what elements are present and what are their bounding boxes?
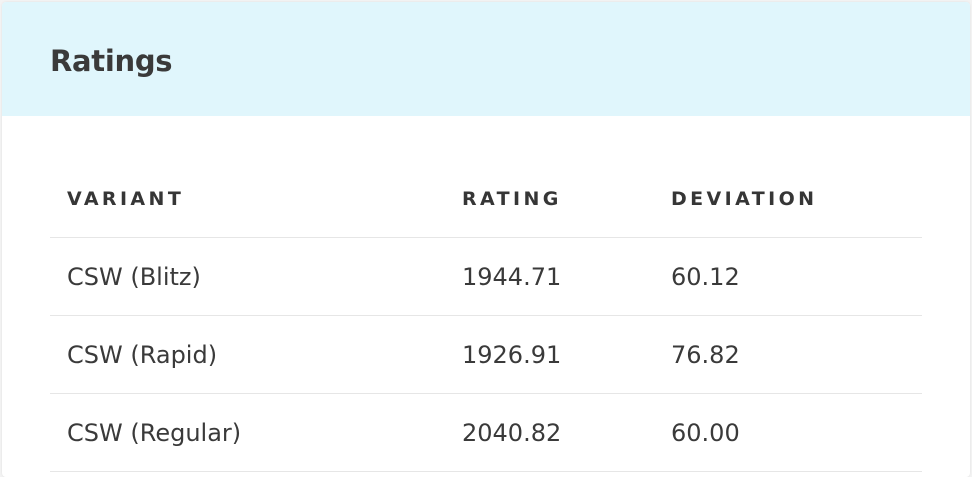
rating-cell: 2040.82: [462, 393, 671, 472]
rating-cell: 1944.71: [462, 237, 671, 316]
column-header-rating: RATING: [462, 160, 671, 238]
table-header-row: VARIANT RATING DEVIATION: [50, 160, 922, 238]
table-row: CSW (Rapid) 1926.91 76.82: [50, 315, 922, 394]
deviation-cell: 60.00: [671, 393, 922, 472]
ratings-table: VARIANT RATING DEVIATION CSW (Blitz) 194…: [50, 160, 922, 472]
rating-cell: 1926.91: [462, 315, 671, 394]
variant-cell: CSW (Rapid): [50, 315, 462, 394]
variant-cell: CSW (Regular): [50, 393, 462, 472]
table-body: CSW (Blitz) 1944.71 60.12 CSW (Rapid) 19…: [50, 237, 922, 472]
card-header: Ratings: [2, 2, 970, 116]
table-row: CSW (Blitz) 1944.71 60.12: [50, 237, 922, 316]
ratings-card: Ratings VARIANT RATING DEVIATION CSW (Bl…: [2, 2, 970, 477]
deviation-cell: 60.12: [671, 237, 922, 316]
card-title: Ratings: [50, 44, 173, 78]
table-row: CSW (Regular) 2040.82 60.00: [50, 393, 922, 472]
table-head: VARIANT RATING DEVIATION: [50, 160, 922, 238]
variant-cell: CSW (Blitz): [50, 237, 462, 316]
column-header-variant: VARIANT: [50, 160, 462, 238]
column-header-deviation: DEVIATION: [671, 160, 922, 238]
deviation-cell: 76.82: [671, 315, 922, 394]
